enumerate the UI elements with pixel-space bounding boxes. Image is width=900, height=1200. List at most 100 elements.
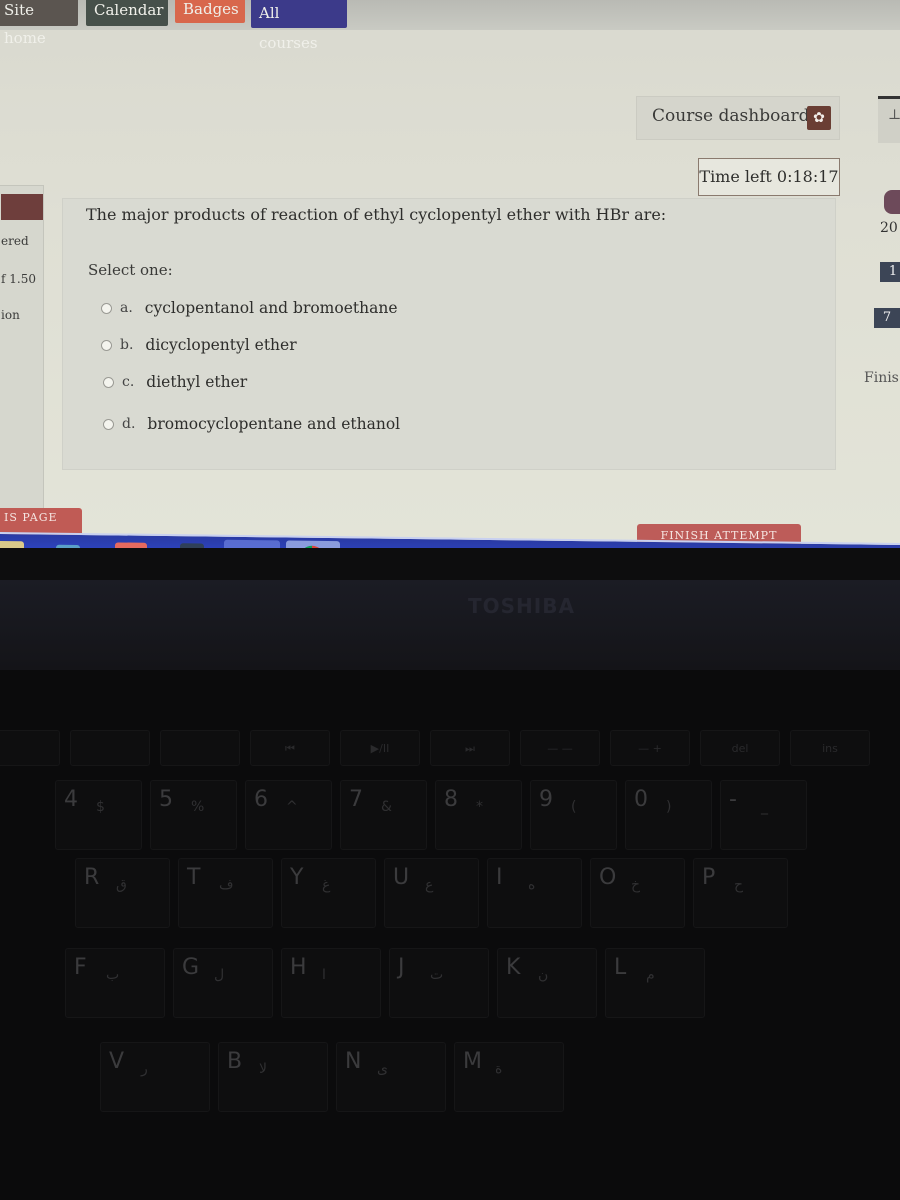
quiz-nav-question-7[interactable]: 7 [874,308,900,328]
key-g[interactable]: لG [173,948,273,1018]
function-key[interactable]: — — [520,730,600,766]
option-letter: c. [122,374,135,390]
key-o[interactable]: خO [590,858,685,928]
key-alt-label: خ [631,877,641,893]
key-label: H [290,955,307,980]
function-key[interactable] [0,730,60,766]
key-4[interactable]: $4 [55,780,142,850]
laptop-bezel: TOSHIBA [0,580,900,670]
function-key[interactable]: ⏭ [430,730,510,766]
key-label: J [398,955,405,980]
key-alt-label: ق [116,877,127,893]
nav-badges[interactable]: Badges [175,0,245,23]
pin-icon[interactable]: ⊥ [888,107,900,123]
key-label: V [109,1049,125,1074]
teams-icon[interactable]: T [224,539,280,548]
key-alt-label: * [476,799,483,815]
key-t[interactable]: فT [178,858,273,928]
option-letter: a. [120,300,133,316]
key-7[interactable]: & 7 [340,780,427,850]
key-alt-label: ع [425,877,434,893]
function-key[interactable] [70,730,150,766]
key-u[interactable]: عU [384,858,479,928]
gear-icon[interactable]: ✿ [807,106,831,130]
key-alt-label: ح [734,877,744,893]
quiz-navigation-panel: 20 1 7 Finis [862,170,900,530]
key-j[interactable]: تJ [389,948,489,1018]
key-0[interactable]: ) 0 [625,780,712,850]
file-explorer-icon[interactable] [0,540,24,548]
function-key[interactable]: del [700,730,780,766]
key-m[interactable]: ةM [454,1042,564,1112]
laptop-screen: Site home Calendar Badges All courses Co… [0,0,900,548]
time-left: Time left 0:18:17 [698,158,840,196]
function-key[interactable] [160,730,240,766]
option-text: bromocyclopentane and ethanol [147,415,401,433]
key-alt-label: ى [377,1061,388,1077]
key-alt-label: ب [106,967,120,983]
option-letter: b. [120,337,134,353]
answer-option-b[interactable]: b. dicyclopentyl ether [101,336,297,354]
key-alt-label: ا [322,967,326,983]
key-label: F [74,955,87,980]
media-player-icon[interactable] [56,544,80,548]
3ds-max-icon[interactable]: S [180,543,204,548]
option-text: cyclopentanol and bromoethane [144,299,398,317]
avatar [884,190,900,214]
function-key[interactable]: ▶/II [340,730,420,766]
course-dashboard-bar: Course dashboard ✿ [636,96,840,140]
key-v[interactable]: رV [100,1042,210,1112]
key-label: N [345,1049,362,1074]
flag-question-link[interactable]: ion [1,308,20,322]
key-label: Y [290,865,304,890]
key-p[interactable]: حP [693,858,788,928]
key-5[interactable]: % 5 [150,780,237,850]
key-f[interactable]: بF [65,948,165,1018]
key-label: O [599,865,617,890]
key-label: 7 [349,787,363,812]
answer-option-a[interactable]: a. cyclopentanol and bromoethane [101,299,398,317]
key-label: R [84,865,100,890]
key-n[interactable]: ىN [336,1042,446,1112]
key-r[interactable]: قR [75,858,170,928]
top-navigation: Site home Calendar Badges All courses [0,0,900,52]
key-label: 6 [254,787,268,812]
function-key[interactable]: ins [790,730,870,766]
radio-button[interactable] [103,376,114,388]
function-key[interactable]: — + [610,730,690,766]
key-alt-label: ^ [286,799,298,815]
mark-text: f 1.50 [1,272,36,286]
chrome-icon[interactable] [286,540,340,548]
key-b[interactable]: لا B [218,1042,328,1112]
finish-attempt-link[interactable]: Finis [864,370,899,386]
key-label: 9 [539,787,553,812]
key-label: U [393,865,410,890]
function-key[interactable]: ⏮ [250,730,330,766]
quiz-nav-question-1[interactable]: 1 [880,262,900,282]
nav-site-home[interactable]: Site home [0,0,78,47]
key-label: B [227,1049,243,1074]
nav-all-courses[interactable]: All courses [251,0,347,52]
key-6[interactable]: ^ 6 [245,780,332,850]
key-l[interactable]: مL [605,948,705,1018]
key-h[interactable]: اH [281,948,381,1018]
key-alt-label: ر [141,1061,148,1077]
key-i[interactable]: هI [487,858,582,928]
nav-calendar[interactable]: Calendar [86,0,168,26]
key-alt-label: ن [538,967,549,983]
key-y[interactable]: غY [281,858,376,928]
key-alt-label: م [646,967,655,983]
key-8[interactable]: * 8 [435,780,522,850]
answer-option-c[interactable]: c. diethyl ether [103,373,247,391]
course-dashboard-link[interactable]: Course dashboard [652,106,809,126]
key-alt-label: $ [96,799,105,815]
key-label: 0 [634,787,648,812]
autocad-icon[interactable] [115,542,147,548]
radio-button[interactable] [103,418,114,430]
key--[interactable]: _ - [720,780,807,850]
key-9[interactable]: (9 [530,780,617,850]
key-k[interactable]: نK [497,948,597,1018]
radio-button[interactable] [101,339,112,351]
radio-button[interactable] [101,302,112,314]
answer-option-d[interactable]: d. bromocyclopentane and ethanol [103,415,400,433]
